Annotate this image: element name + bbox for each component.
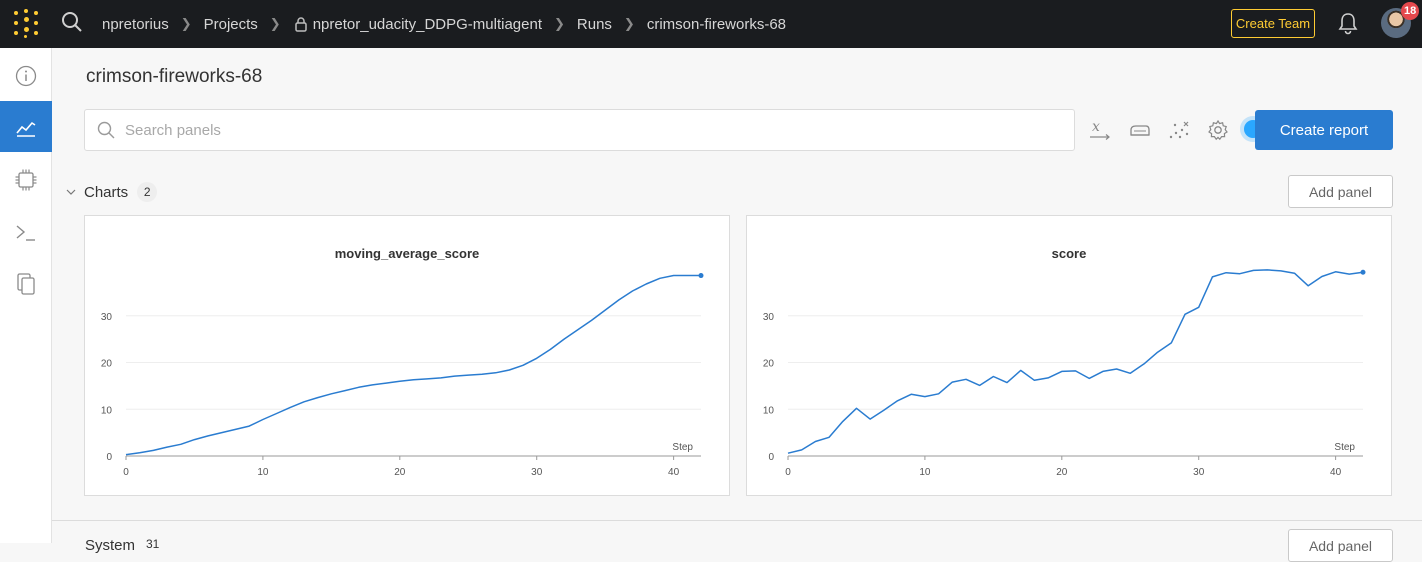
panel-count-badge: 2 — [137, 182, 158, 202]
x-axis-icon[interactable]: x — [1088, 119, 1112, 141]
breadcrumb: npretorius ❯ Projects ❯ npretor_udacity_… — [102, 0, 786, 48]
breadcrumb-run[interactable]: crimson-fireworks-68 — [647, 16, 786, 33]
sidebar-item-charts[interactable] — [0, 101, 52, 152]
y-tick-label: 10 — [763, 405, 775, 416]
chart-panel-score[interactable]: score 0 10 20 30 0 10 20 30 40 Step — [746, 215, 1392, 496]
breadcrumb-projects[interactable]: Projects — [204, 16, 258, 33]
y-tick-label: 0 — [106, 452, 112, 463]
x-axis-label: Step — [672, 442, 693, 453]
series-endpoint — [1360, 269, 1366, 275]
x-tick-label: 30 — [1193, 467, 1205, 478]
y-tick-label: 30 — [763, 312, 775, 323]
search-input[interactable] — [125, 110, 1055, 150]
panel-search-box — [84, 109, 1075, 151]
x-axis-label: Step — [1334, 442, 1355, 453]
x-tick-label: 20 — [1056, 467, 1068, 478]
svg-text:x: x — [1092, 119, 1100, 135]
chevron-right-icon: ❯ — [553, 16, 565, 31]
notification-badge: 18 — [1401, 2, 1420, 20]
y-tick-label: 0 — [768, 452, 774, 463]
settings-icon[interactable] — [1206, 119, 1230, 141]
system-chip-icon — [15, 169, 37, 190]
chevron-right-icon: ❯ — [623, 16, 635, 31]
x-tick-label: 20 — [394, 467, 406, 478]
section-charts-header[interactable]: Charts 2 — [66, 181, 158, 203]
x-tick-label: 0 — [785, 467, 791, 478]
sidebar — [0, 48, 52, 543]
files-icon — [17, 272, 35, 295]
wandb-logo-icon[interactable] — [12, 9, 40, 38]
y-tick-label: 20 — [763, 359, 775, 370]
section-divider — [52, 520, 1422, 543]
section-title: Charts — [84, 183, 129, 201]
line-chart: 0 10 20 30 0 10 20 30 40 Step — [101, 273, 704, 478]
line-chart: 0 10 20 30 0 10 20 30 40 Step — [763, 269, 1366, 478]
search-icon — [97, 121, 115, 139]
chevron-right-icon: ❯ — [269, 16, 281, 31]
x-tick-label: 30 — [531, 467, 543, 478]
breadcrumb-runs[interactable]: Runs — [577, 16, 612, 33]
sidebar-item-overview[interactable] — [0, 50, 52, 101]
page-title: crimson-fireworks-68 — [86, 66, 263, 87]
chevron-right-icon: ❯ — [180, 16, 192, 31]
y-tick-label: 10 — [101, 405, 113, 416]
sidebar-item-logs[interactable] — [0, 206, 52, 257]
chart-panel-moving-average-score[interactable]: moving_average_score 0 10 20 30 0 10 20 30 40 Ste… — [84, 215, 730, 496]
create-team-button[interactable]: Create Team — [1231, 9, 1315, 38]
lock-icon — [294, 17, 307, 32]
section-title[interactable]: System — [85, 537, 135, 554]
x-tick-label: 40 — [1330, 467, 1342, 478]
info-icon — [15, 65, 37, 86]
chevron-down-icon — [66, 189, 76, 195]
smoothing-icon[interactable] — [1128, 119, 1152, 141]
bell-icon[interactable] — [1337, 11, 1359, 35]
panel-count-badge: 31 — [146, 537, 160, 551]
search-icon[interactable] — [61, 11, 83, 33]
breadcrumb-user[interactable]: npretorius — [102, 16, 169, 33]
add-panel-button[interactable]: Add panel — [1288, 175, 1393, 208]
breadcrumb-project[interactable]: npretor_udacity_DDPG-multiagent — [313, 16, 542, 33]
top-navbar: npretorius ❯ Projects ❯ npretor_udacity_… — [0, 0, 1422, 48]
sidebar-item-system[interactable] — [0, 154, 52, 205]
charts-icon — [16, 121, 36, 137]
y-tick-label: 30 — [101, 312, 113, 323]
x-tick-label: 10 — [919, 467, 931, 478]
series-line — [787, 269, 1364, 454]
series-endpoint — [698, 273, 704, 279]
series-line — [125, 274, 701, 456]
y-tick-label: 20 — [101, 359, 113, 370]
x-tick-label: 40 — [668, 467, 680, 478]
terminal-icon — [16, 224, 35, 241]
add-panel-button[interactable]: Add panel — [1288, 529, 1393, 562]
sidebar-item-files[interactable] — [0, 258, 52, 309]
x-tick-label: 0 — [123, 467, 129, 478]
x-tick-label: 10 — [257, 467, 269, 478]
main-content: crimson-fireworks-68 x Create report Cha… — [52, 48, 1422, 562]
create-report-button[interactable]: Create report — [1255, 110, 1393, 150]
outliers-icon[interactable] — [1167, 119, 1191, 141]
